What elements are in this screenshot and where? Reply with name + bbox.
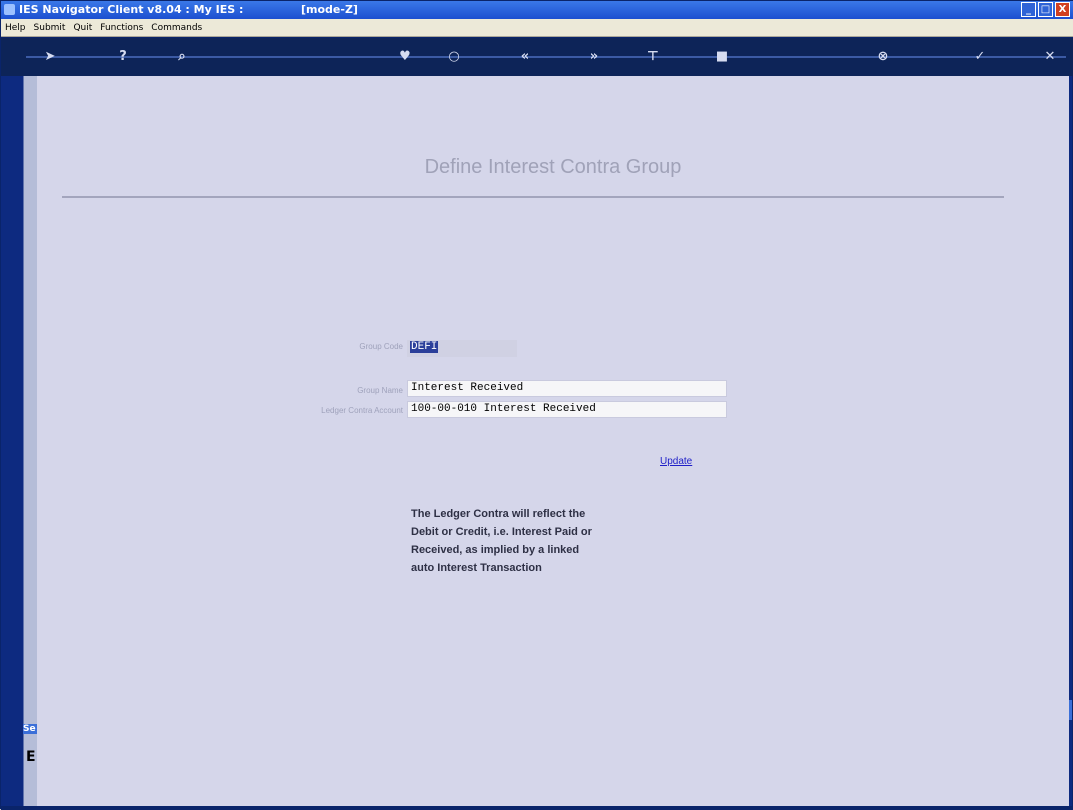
menu-functions[interactable]: Functions: [100, 23, 143, 33]
note-line: Received, as implied by a linked: [411, 544, 580, 556]
sidebar-mark: E: [26, 749, 36, 765]
note-line: The Ledger Contra will reflect the: [411, 508, 586, 520]
arrow-right-icon[interactable]: ➤: [41, 48, 59, 66]
group-name-field[interactable]: Interest Received: [407, 380, 727, 397]
group-code-field[interactable]: DEFI: [407, 340, 517, 357]
help-icon[interactable]: ?: [114, 48, 132, 66]
group-code-label: Group Code: [359, 342, 403, 351]
group-name-label: Group Name: [357, 386, 403, 395]
close-window-button[interactable]: X: [1055, 2, 1070, 17]
menu-help[interactable]: Help: [5, 23, 26, 33]
circle-icon[interactable]: ○: [445, 48, 463, 66]
close-icon[interactable]: ✕: [1041, 48, 1059, 66]
bookmark-icon[interactable]: ⊤: [644, 48, 662, 66]
app-icon: [4, 4, 15, 15]
menu-submit[interactable]: Submit: [34, 23, 66, 33]
menu-commands[interactable]: Commands: [151, 23, 202, 33]
toolbar: ➤ ? ⌕ ♥ ○ « » ⊤ ■ ⊗ ✓ ✕: [1, 38, 1073, 76]
app-window: IES Navigator Client v8.04 : My IES : [m…: [0, 0, 1073, 810]
menu-quit[interactable]: Quit: [73, 23, 92, 33]
maximize-button[interactable]: □: [1038, 2, 1053, 17]
ledger-contra-label: Ledger Contra Account: [321, 406, 403, 415]
sidebar-tab[interactable]: Se: [23, 724, 37, 734]
minimize-button[interactable]: _: [1021, 2, 1036, 17]
delete-icon[interactable]: ⊗: [874, 48, 892, 66]
window-title: IES Navigator Client v8.04 : My IES :: [19, 3, 244, 16]
heart-icon[interactable]: ♥: [396, 48, 414, 66]
note-line: Debit or Credit, i.e. Interest Paid or: [411, 526, 592, 538]
check-icon[interactable]: ✓: [971, 48, 989, 66]
rewind-icon[interactable]: «: [516, 48, 534, 66]
page-title: Define Interest Contra Group: [424, 156, 682, 178]
title-bar[interactable]: IES Navigator Client v8.04 : My IES : [m…: [1, 1, 1073, 19]
search-icon[interactable]: ⌕: [173, 48, 191, 66]
mode-indicator: [mode-Z]: [301, 3, 358, 16]
forward-icon[interactable]: »: [585, 48, 603, 66]
left-sidebar: Se E: [1, 76, 37, 810]
title-divider: [62, 196, 1004, 198]
square-icon[interactable]: ■: [713, 48, 731, 66]
update-link[interactable]: Update: [660, 456, 692, 467]
note-line: auto Interest Transaction: [411, 562, 542, 574]
ledger-contra-field[interactable]: 100-00-010 Interest Received: [407, 401, 727, 418]
group-code-value: DEFI: [410, 341, 439, 353]
menu-bar: Help Submit Quit Functions Commands: [1, 19, 1073, 37]
main-content: Define Interest Contra Group Group Code …: [37, 76, 1069, 806]
info-note: The Ledger Contra will reflect the Debit…: [411, 505, 691, 577]
bottom-border: [1, 806, 1073, 810]
